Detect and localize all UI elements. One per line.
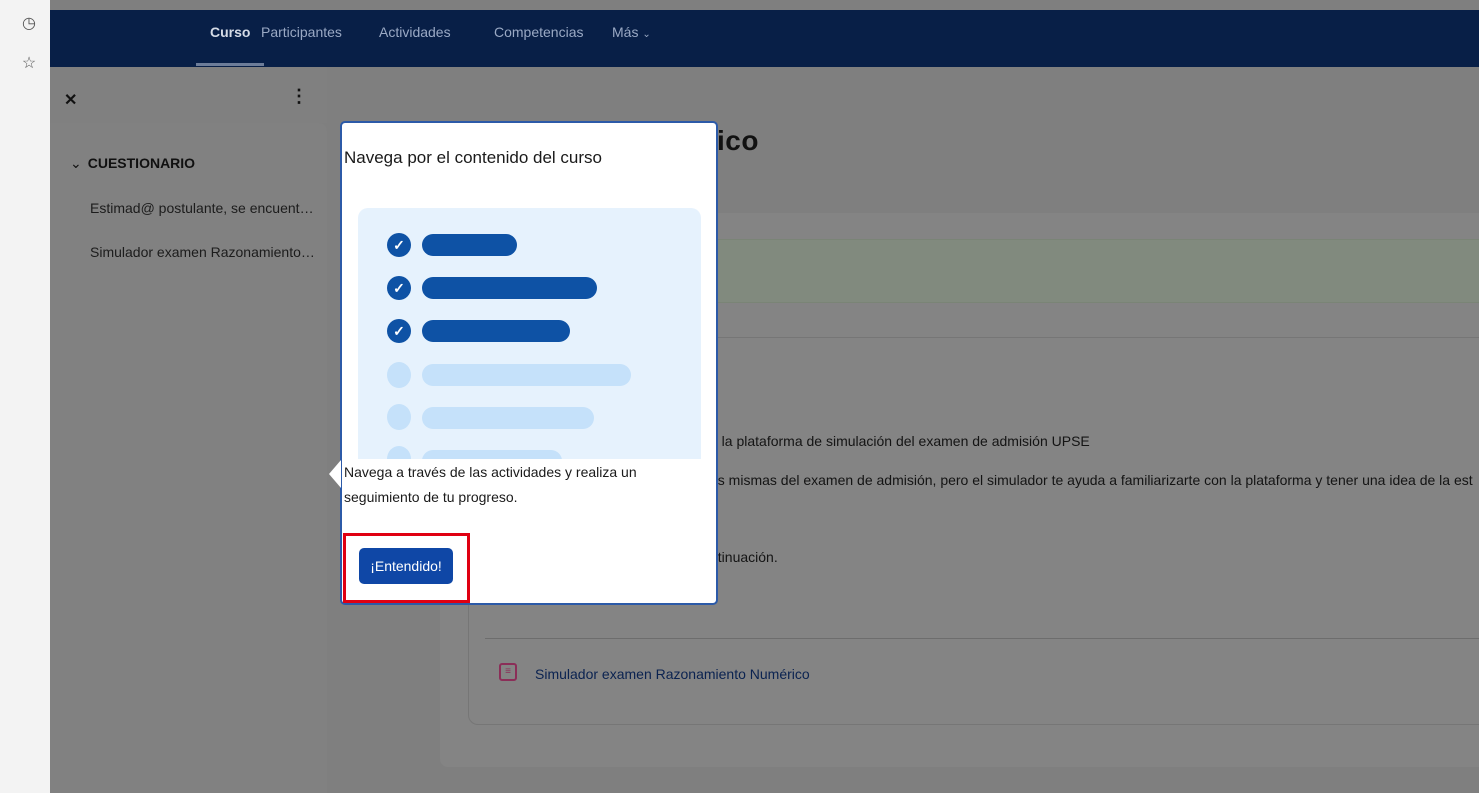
course-index-drawer: ✕ ⋮ ⌄ CUESTIONARIO Estimad@ postulante, s… [50, 67, 327, 793]
section-title: CUESTIONARIO [87, 155, 196, 171]
page-title: ico [717, 125, 759, 156]
star-icon[interactable]: ☆ [19, 54, 39, 74]
section-cuestionario[interactable]: ⌄ CUESTIONARIO [70, 155, 195, 172]
pending-dot [387, 446, 411, 459]
pending-dot [387, 362, 411, 388]
divider [485, 638, 1479, 639]
section-description-line: as mismas del examen de admisión, pero e… [710, 472, 1473, 488]
course-index-item[interactable]: Simulador examen Razonamiento Numérico [90, 244, 315, 260]
section-description-line: ntinuación. [710, 549, 778, 565]
tab-competencias[interactable]: Competencias [494, 10, 584, 67]
tab-more[interactable]: Más ⌄ [612, 10, 651, 67]
progress-bar [422, 320, 570, 342]
tour-title: Navega por el contenido del curso [344, 148, 602, 167]
section-description-line: n la plataforma de simulación del examen… [710, 433, 1090, 449]
progress-bar [422, 234, 517, 256]
drawer-header: ✕ ⋮ [50, 67, 327, 123]
pending-dot [387, 404, 411, 430]
active-tab-indicator [196, 63, 264, 66]
course-navigation: Curso Participantes Actividades Competen… [50, 10, 1479, 67]
tour-description: Navega a través de las actividades y rea… [344, 464, 637, 505]
checkmark-icon: ✓ [387, 233, 411, 257]
more-options-icon[interactable]: ⋮ [290, 87, 308, 105]
progress-bar [422, 450, 562, 459]
popover-arrow [329, 460, 341, 488]
course-index: ⌄ CUESTIONARIO Estimad@ postulante, se en… [50, 123, 327, 793]
understood-button[interactable]: ¡Entendido! [359, 548, 453, 584]
progress-illustration: ✓ ✓ ✓ [358, 208, 701, 459]
history-icon[interactable]: ◷ [19, 14, 39, 34]
tab-participantes[interactable]: Participantes [261, 10, 342, 67]
progress-bar [422, 277, 597, 299]
quiz-icon: ≡ [499, 663, 517, 681]
checkmark-icon: ✓ [387, 319, 411, 343]
progress-bar [422, 407, 594, 429]
tab-curso[interactable]: Curso [210, 10, 250, 67]
progress-bar [422, 364, 631, 386]
checkmark-icon: ✓ [387, 276, 411, 300]
tab-more-label: Más [612, 24, 639, 40]
course-index-item[interactable]: Estimad@ postulante, se encuentra en la … [90, 200, 315, 216]
browser-side-strip: ◷ ☆ [0, 0, 50, 793]
chevron-down-icon: ⌄ [70, 155, 82, 171]
tab-actividades[interactable]: Actividades [379, 10, 451, 67]
chevron-down-icon: ⌄ [642, 29, 651, 40]
activity-link[interactable]: Simulador examen Razonamiento Numérico [535, 666, 810, 682]
close-icon[interactable]: ✕ [64, 90, 77, 110]
